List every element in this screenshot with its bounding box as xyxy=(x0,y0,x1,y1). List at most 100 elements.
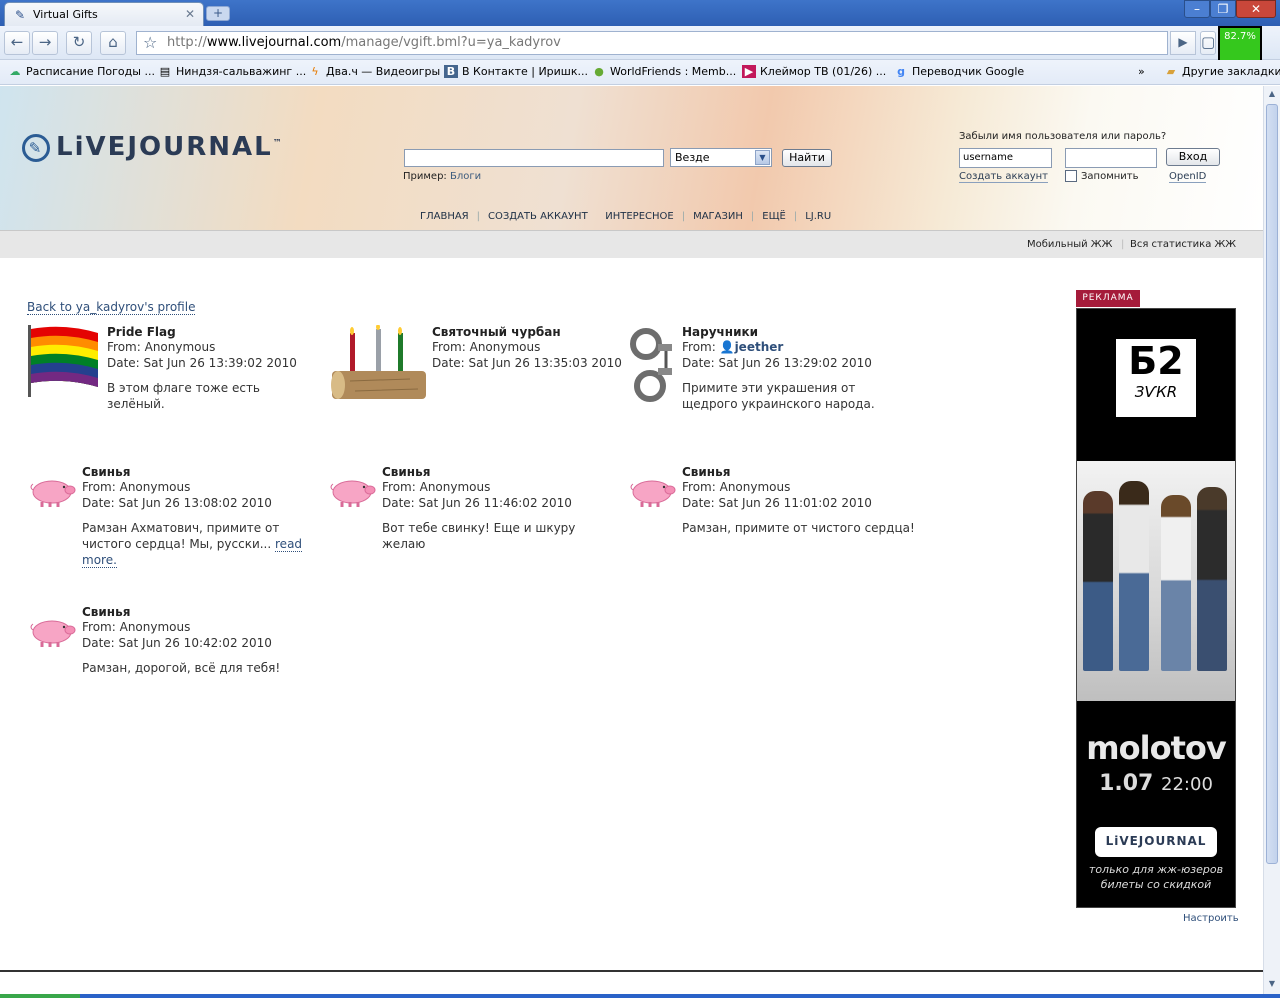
gift-message: Примите эти украшения от щедрого украинс… xyxy=(682,381,875,411)
pig-icon xyxy=(30,620,76,647)
forward-arrow-icon[interactable]: → xyxy=(32,31,58,55)
nav-home[interactable]: ГЛАВНАЯ xyxy=(420,211,469,222)
nav-shop[interactable]: МАГАЗИН xyxy=(693,211,743,222)
gift-date: Date: Sat Jun 26 13:08:02 2010 xyxy=(82,496,272,510)
minimize-icon[interactable]: – xyxy=(1184,0,1210,18)
ad-promo-text: только для жж-юзеров билеты со скидкой xyxy=(1088,863,1224,891)
band-photo xyxy=(1077,461,1235,701)
pig-icon xyxy=(330,480,376,507)
ad-banner[interactable]: Б2 ЗѴКR molotov 1.07 22:00 LiVEJOURNAL т… xyxy=(1076,308,1236,908)
worldfriends-icon: ● xyxy=(594,65,604,78)
gift-date: Date: Sat Jun 26 13:39:02 2010 xyxy=(107,356,297,370)
tab-strip: ✎ Virtual Gifts ✕ + – ❐ ✕ xyxy=(0,0,1280,26)
other-bookmarks[interactable]: ▰ Другие закладки xyxy=(1164,65,1280,78)
bookmark-2[interactable]: ▤ Ниндзя-сальважинг ... xyxy=(158,65,306,78)
page-menu-icon[interactable]: ▢ xyxy=(1200,31,1216,55)
gift-name: Свинья xyxy=(382,465,431,479)
user-icon: 👤 xyxy=(719,340,735,354)
scroll-down-icon[interactable]: ▼ xyxy=(1266,979,1278,988)
bookmark-5[interactable]: ● WorldFriends : Memb... xyxy=(592,65,736,78)
chevron-more-icon[interactable]: » xyxy=(1138,65,1145,78)
openid-link[interactable]: OpenID xyxy=(1169,171,1207,183)
bookmark-6[interactable]: ▶ Клеймор ТВ (01/26) ... xyxy=(742,65,886,78)
create-account-link[interactable]: Создать аккаунт xyxy=(959,171,1048,183)
search-button[interactable]: Найти xyxy=(782,149,832,167)
gift-date: Date: Sat Jun 26 13:29:02 2010 xyxy=(682,356,872,370)
bookmark-1[interactable]: ☁ Расписание Погоды ... xyxy=(8,65,155,78)
nav-more[interactable]: ЕЩЁ xyxy=(762,211,786,222)
gift-sender: Anonymous xyxy=(119,480,191,494)
ad-livejournal-logo: LiVEJOURNAL xyxy=(1095,827,1217,857)
bookmark-3[interactable]: ϟ Два.ч — Видеоигры xyxy=(308,65,440,78)
livejournal-logo[interactable]: ✎ LiVEJOURNAL™ xyxy=(22,132,284,162)
gift-date: Date: Sat Jun 26 11:46:02 2010 xyxy=(382,496,572,510)
close-window-icon[interactable]: ✕ xyxy=(1236,0,1276,18)
gift-item: Святочный чурбан From: Anonymous Date: S… xyxy=(432,325,622,370)
nav-interesting[interactable]: ИНТЕРЕСНОЕ xyxy=(605,211,673,222)
yule-log-icon xyxy=(331,325,426,399)
password-field[interactable] xyxy=(1065,148,1157,168)
band-name: molotov xyxy=(1086,729,1226,767)
page-icon: ▤ xyxy=(159,65,171,78)
search-scope-select[interactable]: Везде ▼ xyxy=(670,148,772,167)
browser-toolbar: ← → ↻ ⌂ ☆ http://www.livejournal.com/man… xyxy=(0,26,1280,60)
gift-sender-link[interactable]: jeether xyxy=(735,340,784,354)
gift-message: Вот тебе свинку! Еще и шкуру желаю xyxy=(382,521,576,551)
go-arrow-icon[interactable]: ▶ xyxy=(1170,31,1196,55)
gift-name: Pride Flag xyxy=(107,325,176,339)
gift-date: Date: Sat Jun 26 10:42:02 2010 xyxy=(82,636,272,650)
search-input[interactable] xyxy=(404,149,664,167)
star-icon[interactable]: ☆ xyxy=(143,33,157,52)
address-bar[interactable]: ☆ http://www.livejournal.com/manage/vgif… xyxy=(136,31,1168,55)
gift-item: Свинья From: Anonymous Date: Sat Jun 26 … xyxy=(382,465,622,552)
gift-sender: Anonymous xyxy=(469,340,541,354)
username-field[interactable]: username xyxy=(959,148,1052,168)
sub-bar: Мобильный ЖЖ | Вся статистика ЖЖ xyxy=(0,230,1263,258)
example-link[interactable]: Блоги xyxy=(450,171,481,182)
forgot-credentials-link[interactable]: Забыли имя пользователя или пароль? xyxy=(959,131,1166,142)
back-arrow-icon[interactable]: ← xyxy=(4,31,30,55)
scroll-up-icon[interactable]: ▲ xyxy=(1266,89,1278,98)
gift-sender: Anonymous xyxy=(419,480,491,494)
gift-message: Рамзан Ахматович, примите от чистого сер… xyxy=(82,521,303,568)
nav-lj-ru[interactable]: LJ.RU xyxy=(805,211,831,222)
gift-message: Рамзан, дорогой, всё для тебя! xyxy=(82,661,281,675)
home-icon[interactable]: ⌂ xyxy=(100,31,126,55)
vk-icon: B xyxy=(444,65,458,78)
pig-icon xyxy=(630,480,676,507)
taskbar-strip xyxy=(0,994,1280,998)
close-tab-icon[interactable]: ✕ xyxy=(185,7,195,21)
gift-message: Рамзан, примите от чистого сердца! xyxy=(682,521,915,535)
b2-club-logo: Б2 ЗѴКR xyxy=(1116,339,1196,417)
bookmark-4[interactable]: BВ Контакте | Иришк... xyxy=(444,65,588,78)
gift-item: Свинья From: Anonymous Date: Sat Jun 26 … xyxy=(82,465,332,568)
footer-divider xyxy=(0,970,1263,973)
remember-checkbox[interactable] xyxy=(1065,170,1077,182)
vertical-scrollbar[interactable]: ▲ ▼ xyxy=(1263,86,1280,994)
tab-virtual-gifts[interactable]: ✎ Virtual Gifts ✕ xyxy=(4,2,204,26)
google-icon: g xyxy=(897,65,905,78)
mobile-lj-link[interactable]: Мобильный ЖЖ xyxy=(1027,239,1112,250)
gift-sender: Anonymous xyxy=(119,620,191,634)
configure-ads-link[interactable]: Настроить xyxy=(1183,913,1239,924)
gift-name: Свинья xyxy=(82,605,131,619)
bookmark-7[interactable]: g Переводчик Google xyxy=(894,65,1024,78)
ad-label: РЕКЛАМА xyxy=(1076,290,1140,307)
pen-icon: ✎ xyxy=(22,133,50,162)
gift-name: Свинья xyxy=(82,465,131,479)
restore-icon[interactable]: ❐ xyxy=(1210,0,1236,18)
search-example: Пример: Блоги xyxy=(403,171,482,182)
gift-sender: Anonymous xyxy=(144,340,216,354)
nav-create-account[interactable]: СОЗДАТЬ АККАУНТ xyxy=(488,211,588,222)
reload-icon[interactable]: ↻ xyxy=(66,31,92,55)
handcuffs-icon xyxy=(630,328,672,402)
scrollbar-thumb[interactable] xyxy=(1266,104,1278,864)
gift-item: Наручники From: 👤jeether Date: Sat Jun 2… xyxy=(682,325,912,412)
login-button[interactable]: Вход xyxy=(1166,148,1220,166)
folder-icon: ▰ xyxy=(1166,65,1176,78)
bookmarks-bar: ☁ Расписание Погоды ... ▤ Ниндзя-сальважин… xyxy=(0,60,1280,85)
chevron-down-icon: ▼ xyxy=(755,150,770,165)
all-stats-link[interactable]: Вся статистика ЖЖ xyxy=(1130,239,1236,250)
new-tab-button[interactable]: + xyxy=(206,6,230,21)
back-to-profile-link[interactable]: Back to ya_kadyrov's profile xyxy=(27,300,196,315)
